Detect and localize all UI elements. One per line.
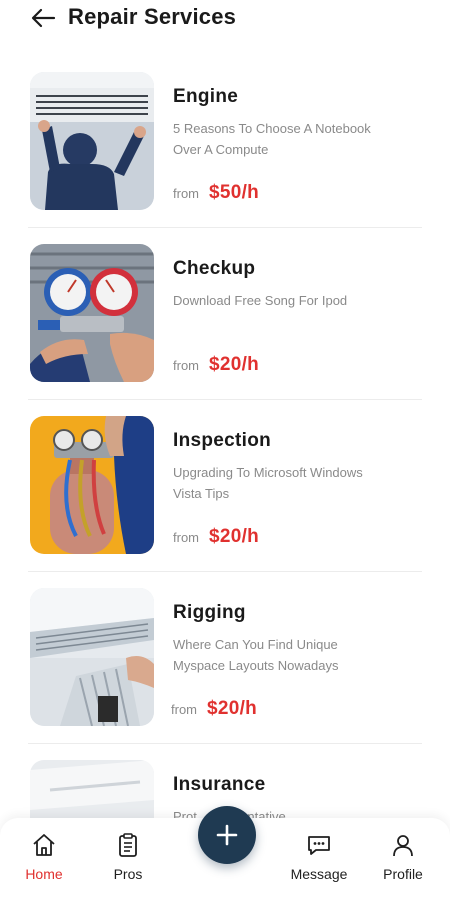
nav-message[interactable]: Message	[279, 832, 359, 882]
nav-message-label: Message	[290, 866, 348, 882]
nav-pros-label: Pros	[113, 866, 143, 882]
price-from-label: from	[173, 358, 199, 373]
service-title: Inspection	[173, 430, 272, 451]
home-icon	[33, 834, 55, 856]
service-description: 5 Reasons To Choose A Notebook Over A Co…	[173, 121, 371, 157]
service-list: Engine 5 Reasons To Choose A Notebook Ov…	[0, 56, 450, 900]
service-image-engine	[30, 72, 154, 210]
service-image-rigging	[30, 588, 154, 726]
service-price: $20/h	[209, 354, 260, 375]
service-card-rigging[interactable]: Rigging Where Can You Find Unique Myspac…	[28, 572, 422, 744]
service-title: Engine	[173, 86, 239, 107]
service-image-checkup	[30, 244, 154, 382]
nav-pros[interactable]: Pros	[88, 832, 168, 882]
price-from-label: from	[173, 530, 199, 545]
price-row: from $20/h	[173, 354, 259, 376]
message-icon	[308, 836, 330, 855]
nav-home-label: Home	[25, 866, 63, 882]
service-title: Rigging	[173, 602, 246, 623]
price-from-label: from	[171, 702, 197, 717]
price-row: from $20/h	[171, 698, 257, 720]
add-button[interactable]	[198, 806, 256, 864]
price-row: from $50/h	[173, 182, 259, 204]
service-card-engine[interactable]: Engine 5 Reasons To Choose A Notebook Ov…	[28, 56, 422, 228]
nav-profile[interactable]: Profile	[363, 832, 443, 882]
service-price: $20/h	[207, 698, 258, 719]
back-button[interactable]	[30, 6, 56, 30]
nav-profile-label: Profile	[383, 866, 423, 882]
service-title: Checkup	[173, 258, 256, 279]
service-card-checkup[interactable]: Checkup Download Free Song For Ipod from…	[28, 228, 422, 400]
service-price: $50/h	[209, 182, 260, 203]
service-price: $20/h	[209, 526, 260, 547]
price-from-label: from	[173, 186, 199, 201]
app-header: Repair Services	[0, 0, 450, 40]
user-icon	[393, 835, 413, 857]
service-description: Download Free Song For Ipod	[173, 293, 348, 308]
service-description: Upgrading To Microsoft Windows Vista Tip…	[173, 465, 363, 501]
service-image-inspection	[30, 416, 154, 554]
service-description: Where Can You Find Unique Myspace Layout…	[173, 637, 339, 673]
page-title: Repair Services	[68, 4, 237, 29]
service-card-inspection[interactable]: Inspection Upgrading To Microsoft Window…	[28, 400, 422, 572]
arrow-left-icon	[31, 8, 56, 28]
plus-icon	[216, 824, 238, 846]
price-row: from $20/h	[173, 526, 259, 548]
service-title: Insurance	[173, 774, 266, 795]
nav-home[interactable]: Home	[4, 832, 84, 882]
clipboard-icon	[119, 833, 137, 857]
